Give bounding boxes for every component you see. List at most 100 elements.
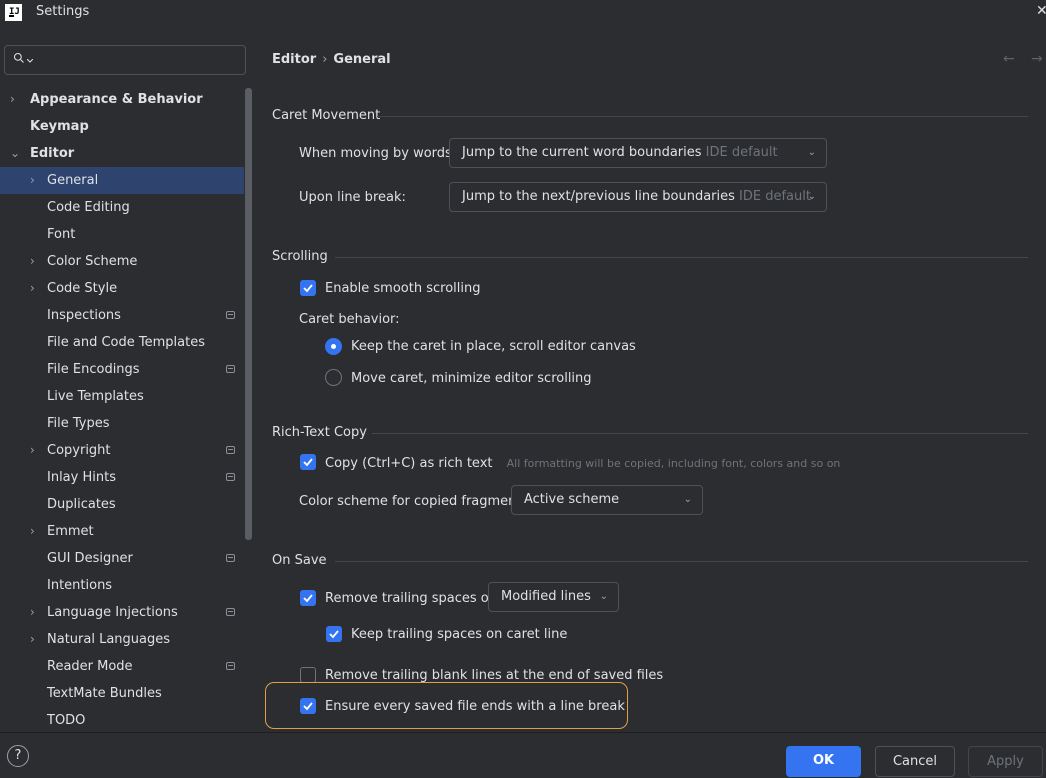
sidebar-item-file-encodings[interactable]: File Encodings: [0, 356, 244, 383]
smooth-scrolling-checkbox[interactable]: [300, 280, 316, 296]
copy-rich-text-checkbox[interactable]: [300, 454, 316, 470]
section-divider: [377, 116, 1028, 117]
line-break-hint: IDE default: [739, 189, 811, 204]
copy-rich-text-text: Copy (Ctrl+C) as rich text: [325, 456, 493, 471]
sidebar-item-textmate-bundles[interactable]: TextMate Bundles: [0, 680, 244, 707]
search-input[interactable]: [4, 45, 246, 75]
sidebar-item-label: Intentions: [47, 578, 113, 593]
on-save-title: On Save: [272, 553, 327, 568]
sidebar-item-label: GUI Designer: [47, 551, 133, 566]
chevron-down-icon: ⌄: [807, 147, 816, 158]
sidebar-item-file-types[interactable]: File Types: [0, 410, 244, 437]
sidebar-item-emmet[interactable]: › Emmet: [0, 518, 244, 545]
remove-blank-lines-label[interactable]: Remove trailing blank lines at the end o…: [325, 668, 663, 683]
moving-by-words-dropdown[interactable]: Jump to the current word boundaries IDE …: [449, 138, 827, 168]
chevron-right-icon[interactable]: ›: [30, 248, 35, 275]
sidebar-item-label: Language Injections: [47, 605, 178, 620]
sidebar-item-live-templates[interactable]: Live Templates: [0, 383, 244, 410]
apply-button[interactable]: Apply: [968, 746, 1043, 777]
chevron-right-icon[interactable]: ›: [30, 599, 35, 626]
sidebar-item-code-editing[interactable]: Code Editing: [0, 194, 244, 221]
breadcrumb-separator: ›: [322, 52, 328, 67]
chevron-down-icon[interactable]: ⌄: [10, 140, 20, 167]
sidebar-item-label: Inspections: [47, 308, 121, 323]
forward-arrow-icon[interactable]: →: [1031, 51, 1043, 67]
keep-trailing-spaces-checkbox[interactable]: [326, 626, 342, 642]
copy-rich-text-label[interactable]: Copy (Ctrl+C) as rich text All formattin…: [325, 456, 840, 471]
sidebar-item-color-scheme[interactable]: › Color Scheme: [0, 248, 244, 275]
sidebar-item-natural-languages[interactable]: › Natural Languages: [0, 626, 244, 653]
chevron-right-icon[interactable]: ›: [30, 167, 35, 194]
sidebar-item-label: Emmet: [47, 524, 94, 539]
sidebar-item-appearance-behavior[interactable]: › Appearance & Behavior: [0, 86, 244, 113]
remove-trailing-spaces-label[interactable]: Remove trailing spaces on:: [325, 591, 501, 606]
dialog-footer: ? OK Cancel Apply: [0, 732, 1046, 778]
settings-sidebar: › Appearance & Behavior Keymap ⌄ Editor › Gene…: [0, 26, 253, 732]
smooth-scrolling-label[interactable]: Enable smooth scrolling: [325, 281, 481, 296]
intellij-logo-icon: IJ: [5, 4, 22, 21]
search-icon: [13, 52, 24, 63]
chevron-right-icon[interactable]: ›: [30, 437, 35, 464]
sidebar-item-code-style[interactable]: › Code Style: [0, 275, 244, 302]
section-divider: [335, 257, 1028, 258]
help-icon[interactable]: ?: [7, 745, 29, 767]
ok-button[interactable]: OK: [786, 746, 861, 777]
sidebar-item-language-injections[interactable]: › Language Injections: [0, 599, 244, 626]
chevron-right-icon[interactable]: ›: [10, 86, 15, 113]
sidebar-item-label: TODO: [47, 713, 86, 728]
sidebar-item-gui-designer[interactable]: GUI Designer: [0, 545, 244, 572]
back-arrow-icon[interactable]: ←: [1003, 51, 1015, 67]
sidebar-item-general[interactable]: › General: [0, 167, 244, 194]
chevron-right-icon[interactable]: ›: [30, 275, 35, 302]
sidebar-item-copyright[interactable]: › Copyright: [0, 437, 244, 464]
keep-caret-label[interactable]: Keep the caret in place, scroll editor c…: [351, 339, 636, 354]
remove-trailing-spaces-checkbox[interactable]: [300, 590, 316, 606]
highlight-outline: [265, 682, 628, 729]
breadcrumb-current: General: [333, 52, 391, 67]
chevron-right-icon[interactable]: ›: [30, 626, 35, 653]
checkmark-icon: [303, 458, 313, 467]
search-options-icon[interactable]: [27, 59, 33, 63]
sidebar-item-label: Live Templates: [47, 389, 144, 404]
cancel-button[interactable]: Cancel: [875, 746, 955, 777]
color-scheme-label: Color scheme for copied fragment:: [299, 494, 526, 509]
project-scope-icon: [226, 608, 235, 616]
sidebar-scrollbar[interactable]: [245, 88, 252, 540]
sidebar-item-label: Natural Languages: [47, 632, 171, 647]
checkmark-icon: [303, 284, 313, 293]
sidebar-item-duplicates[interactable]: Duplicates: [0, 491, 244, 518]
move-caret-label[interactable]: Move caret, minimize editor scrolling: [351, 371, 592, 386]
sidebar-item-label: Code Style: [47, 281, 118, 296]
breadcrumb-parent[interactable]: Editor: [272, 52, 316, 67]
window-title: Settings: [36, 4, 90, 19]
keep-caret-radio[interactable]: [325, 338, 342, 355]
sidebar-item-inspections[interactable]: Inspections: [0, 302, 244, 329]
project-scope-icon: [226, 311, 235, 319]
move-caret-radio[interactable]: [325, 369, 342, 386]
section-divider: [372, 433, 1028, 434]
sidebar-item-editor[interactable]: ⌄ Editor: [0, 140, 244, 167]
sidebar-item-reader-mode[interactable]: Reader Mode: [0, 653, 244, 680]
sidebar-item-inlay-hints[interactable]: Inlay Hints: [0, 464, 244, 491]
line-break-value: Jump to the next/previous line boundarie…: [462, 189, 735, 204]
remove-blank-lines-checkbox[interactable]: [300, 667, 316, 683]
sidebar-item-font[interactable]: Font: [0, 221, 244, 248]
title-bar: IJ Settings ✕: [0, 0, 1046, 26]
caret-behavior-label: Caret behavior:: [299, 312, 400, 327]
chevron-right-icon[interactable]: ›: [30, 518, 35, 545]
sidebar-item-todo[interactable]: TODO: [0, 707, 244, 734]
keep-trailing-spaces-label[interactable]: Keep trailing spaces on caret line: [351, 627, 567, 642]
close-icon[interactable]: ✕: [1036, 3, 1046, 19]
sidebar-item-label: Color Scheme: [47, 254, 138, 269]
sidebar-item-intentions[interactable]: Intentions: [0, 572, 244, 599]
settings-content: Editor › General ← → Caret Movement When m…: [253, 26, 1046, 732]
sidebar-item-label: TextMate Bundles: [47, 686, 162, 701]
line-break-dropdown[interactable]: Jump to the next/previous line boundarie…: [449, 182, 827, 212]
chevron-down-icon: ⌄: [807, 191, 816, 202]
trailing-spaces-dropdown[interactable]: Modified lines ⌄: [488, 582, 619, 612]
color-scheme-dropdown[interactable]: Active scheme ⌄: [511, 485, 703, 515]
sidebar-item-keymap[interactable]: Keymap: [0, 113, 244, 140]
project-scope-icon: [226, 446, 235, 454]
sidebar-item-file-and-code-templates[interactable]: File and Code Templates: [0, 329, 244, 356]
section-divider: [335, 561, 1028, 562]
